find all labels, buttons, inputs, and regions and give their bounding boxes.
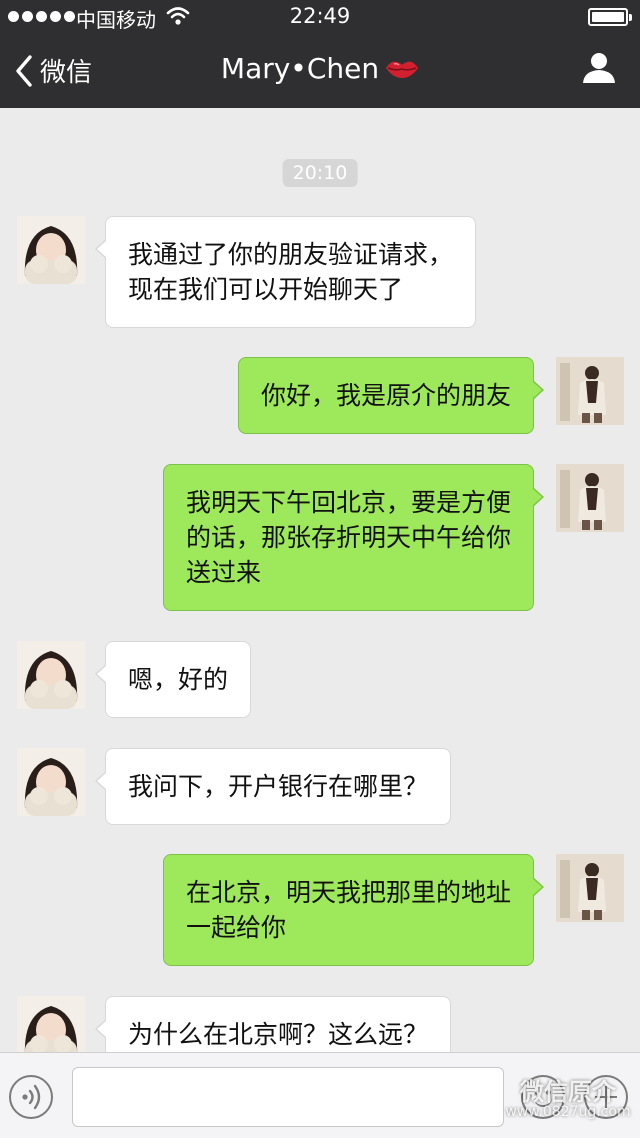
message-bubble-incoming[interactable]: 嗯，好的: [94, 641, 252, 718]
chat-area[interactable]: 20:10 我通过了你的朋友验证请求， 现在我们可以开始聊天了 你好，我是原介的…: [0, 108, 640, 1052]
user-avatar[interactable]: [556, 854, 624, 922]
battery-icon: [588, 8, 632, 26]
status-bar: 中国移动 22:49: [0, 0, 640, 34]
message-bubble-incoming[interactable]: 为什么在北京啊？这么远？: [94, 996, 452, 1052]
lips-icon: [386, 61, 419, 78]
nav-bar: 微信 Mary•Chen: [0, 34, 640, 108]
message-input[interactable]: [72, 1067, 504, 1127]
message-bubble-incoming[interactable]: 我通过了你的朋友验证请求， 现在我们可以开始聊天了: [94, 216, 477, 328]
profile-button[interactable]: [582, 52, 616, 88]
more-options-button[interactable]: [584, 1075, 628, 1119]
person-icon: [583, 53, 615, 83]
chat-title: Mary•Chen: [220, 52, 380, 85]
message-bubble-outgoing[interactable]: 我明天下午回北京，要是方便 的话，那张存折明天中午给你 送过来: [162, 464, 545, 611]
user-avatar[interactable]: [556, 357, 624, 425]
voice-icon: [22, 1084, 41, 1110]
chat-timestamp: 20:10: [282, 159, 358, 187]
voice-input-button[interactable]: [9, 1075, 53, 1119]
contact-avatar[interactable]: [17, 641, 85, 709]
user-avatar[interactable]: [556, 464, 624, 532]
contact-avatar[interactable]: [17, 996, 85, 1052]
contact-avatar[interactable]: [17, 748, 85, 816]
contact-avatar[interactable]: [17, 216, 85, 284]
emoji-button[interactable]: [521, 1075, 565, 1119]
chat-title-wrap: Mary•Chen: [0, 52, 640, 85]
input-bar: [0, 1052, 640, 1138]
message-bubble-incoming[interactable]: 我问下，开户银行在哪里？: [94, 748, 452, 825]
message-bubble-outgoing[interactable]: 在北京，明天我把那里的地址 一起给你: [162, 854, 545, 966]
status-time: 22:49: [289, 4, 351, 28]
message-bubble-outgoing[interactable]: 你好，我是原介的朋友: [237, 357, 545, 434]
